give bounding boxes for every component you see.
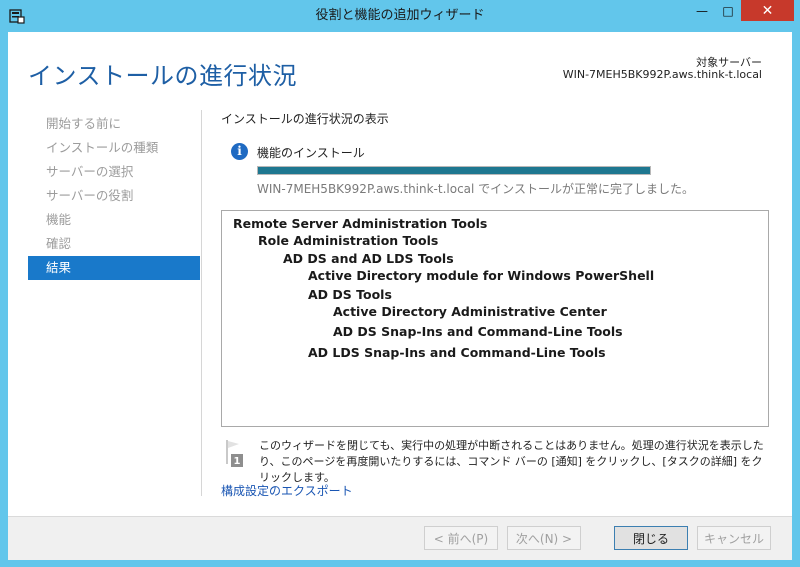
export-configuration-link[interactable]: 構成設定のエクスポート xyxy=(221,482,353,499)
installation-status-text: WIN-7MEH5BK992P.aws.think-t.local でインストー… xyxy=(257,182,694,196)
wizard-client-area: インストールの進行状況 対象サーバー WIN-7MEH5BK992P.aws.t… xyxy=(8,32,792,560)
progress-bar-fill xyxy=(258,167,650,174)
page-title: インストールの進行状況 xyxy=(28,62,298,90)
minimize-button[interactable]: — xyxy=(689,0,715,21)
cancel-button[interactable]: キャンセル xyxy=(697,526,771,550)
close-window-button[interactable]: ✕ xyxy=(741,0,794,21)
nav-item-results[interactable]: 結果 xyxy=(28,256,200,280)
nav-item-confirmation: 確認 xyxy=(46,236,72,251)
feature-tree-item: AD DS Snap-Ins and Command-Line Tools xyxy=(333,324,623,339)
previous-button[interactable]: < 前へ(P) xyxy=(424,526,498,550)
info-icon: i xyxy=(231,143,248,160)
feature-tree-item: Active Directory module for Windows Powe… xyxy=(308,268,655,283)
nav-item-server-selection: サーバーの選択 xyxy=(46,164,134,179)
close-button[interactable]: 閉じる xyxy=(614,526,688,550)
maximize-icon: □ xyxy=(722,3,734,18)
nav-item-features: 機能 xyxy=(46,212,72,227)
wizard-footer: < 前へ(P) 次へ(N) > 閉じる キャンセル xyxy=(8,516,792,560)
feature-tree-item: Remote Server Administration Tools xyxy=(233,216,488,231)
window-title: 役割と機能の追加ウィザード xyxy=(315,8,485,23)
installation-progress-bar xyxy=(257,166,651,175)
installed-features-list[interactable]: Remote Server Administration Tools Role A… xyxy=(221,210,769,427)
feature-tree-item: AD DS and AD LDS Tools xyxy=(283,251,454,266)
next-button[interactable]: 次へ(N) > xyxy=(507,526,581,550)
nav-divider xyxy=(201,110,202,496)
title-bar[interactable]: 役割と機能の追加ウィザード — □ ✕ xyxy=(0,0,800,32)
feature-tree-item: AD LDS Snap-Ins and Command-Line Tools xyxy=(308,345,606,360)
nav-item-server-roles: サーバーの役割 xyxy=(46,188,134,203)
feature-tree-item: Role Administration Tools xyxy=(258,233,439,248)
notification-hint-text: このウィザードを閉じても、実行中の処理が中断されることはありません。処理の進行状… xyxy=(259,439,764,484)
feature-tree-item: AD DS Tools xyxy=(308,287,392,302)
close-icon: ✕ xyxy=(761,2,774,19)
nav-item-before-you-begin: 開始する前に xyxy=(46,116,122,131)
notification-flag-icon: 1 xyxy=(226,440,243,467)
maximize-button[interactable]: □ xyxy=(715,0,741,21)
notification-count-badge: 1 xyxy=(234,456,241,467)
feature-installation-label: 機能のインストール xyxy=(257,146,365,160)
wizard-nav: 開始する前に インストールの種類 サーバーの選択 サーバーの役割 機能 確認 結… xyxy=(28,112,200,280)
nav-item-installation-type: インストールの種類 xyxy=(46,140,159,155)
section-heading: インストールの進行状況の表示 xyxy=(221,112,389,126)
feature-tree-item: Active Directory Administrative Center xyxy=(333,304,607,319)
destination-server-name: WIN-7MEH5BK992P.aws.think-t.local xyxy=(562,68,762,81)
minimize-icon: — xyxy=(696,3,708,18)
